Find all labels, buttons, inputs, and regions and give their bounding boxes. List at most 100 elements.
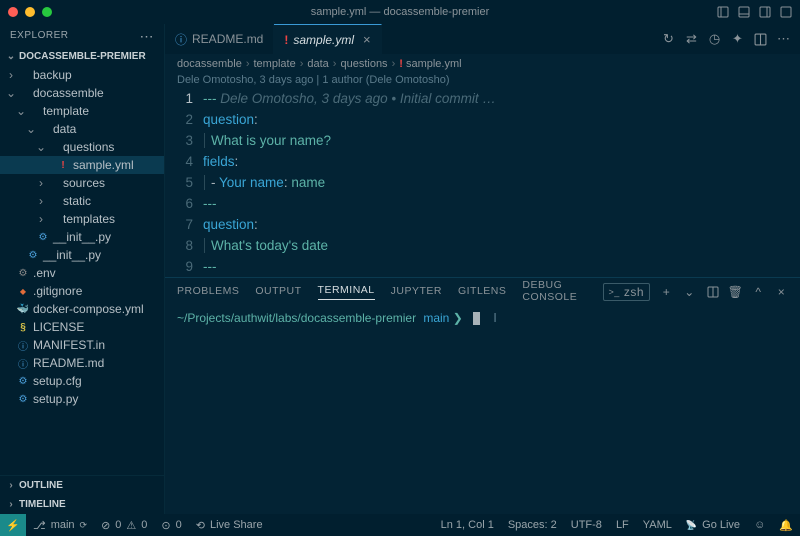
sidebar: EXPLORER ⋯ DOCASSEMBLE-PREMIER backup doc… [0, 24, 165, 514]
terminal-dropdown-icon[interactable]: ⌄ [683, 286, 696, 299]
close-window[interactable] [8, 7, 18, 17]
breadcrumb-segment[interactable]: docassemble [177, 58, 242, 70]
explorer-menu-icon[interactable]: ⋯ [140, 32, 155, 40]
file-item[interactable]: docker-compose.yml [0, 300, 164, 318]
eol[interactable]: LF [609, 519, 636, 532]
terminal[interactable]: ~/Projects/authwit/labs/docassemble-prem… [165, 306, 800, 329]
tree-item-label: questions [63, 140, 114, 154]
language-mode[interactable]: YAML [636, 519, 679, 532]
kill-terminal-icon[interactable]: 🗑 [729, 286, 742, 299]
layout-icon[interactable] [779, 6, 792, 19]
panel-tab-gitlens[interactable]: GITLENS [458, 285, 506, 300]
split-terminal-icon[interactable] [706, 286, 719, 299]
folder-item[interactable]: static [0, 192, 164, 210]
file-item[interactable]: .env [0, 264, 164, 282]
close-tab-icon[interactable]: × [363, 32, 371, 47]
minimize-window[interactable] [25, 7, 35, 17]
code-line[interactable]: What is your name? [203, 130, 800, 151]
new-terminal-icon[interactable]: + [660, 286, 673, 299]
tree-item-label: .env [33, 266, 56, 280]
code-line[interactable]: question: [203, 109, 800, 130]
indentation[interactable]: Spaces: 2 [501, 519, 564, 532]
project-header[interactable]: DOCASSEMBLE-PREMIER [0, 47, 164, 66]
file-item[interactable]: README.md [0, 354, 164, 372]
explorer-label: EXPLORER [10, 30, 68, 41]
compass-icon[interactable]: ✦ [731, 33, 744, 46]
split-editor-icon[interactable] [754, 33, 767, 46]
file-item[interactable]: setup.cfg [0, 372, 164, 390]
remote-button[interactable]: ⚡ [0, 514, 26, 536]
editor-tabs: README.mdsample.yml× ↻ ⇄ ◷ ✦ ⋯ [165, 24, 800, 54]
panel-right-icon[interactable] [758, 6, 771, 19]
status-bar: ⚡ ⎇main⟳ ⊘0⚠0 ⊙0 ⟲Live Share Ln 1, Col 1… [0, 514, 800, 536]
notifications-icon[interactable]: 🔔 [772, 519, 800, 532]
py-icon [16, 394, 30, 405]
panel-tab-output[interactable]: OUTPUT [255, 285, 301, 300]
editor-tab[interactable]: sample.yml× [274, 24, 381, 54]
tree-item-label: __init__.py [43, 248, 101, 262]
ports-status[interactable]: ⊙0 [154, 519, 188, 532]
yml-icon [56, 160, 70, 171]
maximize-window[interactable] [42, 7, 52, 17]
file-item[interactable]: LICENSE [0, 318, 164, 336]
terminal-shell-picker[interactable]: >_zsh [603, 283, 650, 301]
folder-item[interactable]: sources [0, 174, 164, 192]
history-icon[interactable]: ◷ [708, 33, 721, 46]
file-item[interactable]: .gitignore [0, 282, 164, 300]
tree-item-label: docker-compose.yml [33, 302, 144, 316]
breadcrumb-segment[interactable]: questions [340, 58, 387, 70]
live-share[interactable]: ⟲Live Share [189, 519, 270, 532]
folder-item[interactable]: templates [0, 210, 164, 228]
code-line[interactable]: question: [203, 214, 800, 235]
breadcrumb[interactable]: docassemble›template›data›questions› sam… [165, 54, 800, 74]
folder-item[interactable]: backup [0, 66, 164, 84]
env-icon [16, 268, 30, 279]
panel-bottom-icon[interactable] [737, 6, 750, 19]
file-item[interactable]: __init__.py [0, 246, 164, 264]
editor-tab[interactable]: README.md [165, 24, 274, 54]
folder-item[interactable]: data [0, 120, 164, 138]
diff-icon[interactable]: ⇄ [685, 33, 698, 46]
breadcrumb-segment[interactable]: sample.yml [399, 58, 461, 70]
file-item[interactable]: __init__.py [0, 228, 164, 246]
more-actions-icon[interactable]: ⋯ [777, 33, 790, 46]
file-item[interactable]: MANIFEST.in [0, 336, 164, 354]
title-bar: sample.yml — docassemble-premier [0, 0, 800, 24]
file-item[interactable]: sample.yml [0, 156, 164, 174]
code-line[interactable]: --- [203, 193, 800, 214]
cursor-position[interactable]: Ln 1, Col 1 [434, 519, 501, 532]
code-line[interactable]: --- Dele Omotosho, 3 days ago • Initial … [203, 88, 800, 109]
code-line[interactable]: fields: [203, 151, 800, 172]
breadcrumb-segment[interactable]: template [254, 58, 296, 70]
panel-left-icon[interactable] [716, 6, 729, 19]
tree-item-label: docassemble [33, 86, 104, 100]
breadcrumb-segment[interactable]: data [307, 58, 328, 70]
timeline-section[interactable]: TIMELINE [0, 495, 164, 514]
code-line[interactable]: --- [203, 256, 800, 277]
code-line[interactable]: What's today's date [203, 235, 800, 256]
panel-tab-terminal[interactable]: TERMINAL [318, 284, 375, 300]
maximize-panel-icon[interactable]: ^ [752, 286, 765, 299]
tree-item-label: LICENSE [33, 320, 84, 334]
py-icon [26, 250, 40, 261]
folder-item[interactable]: docassemble [0, 84, 164, 102]
encoding[interactable]: UTF-8 [564, 519, 609, 532]
feedback-icon[interactable]: ☺ [747, 519, 772, 532]
folder-item[interactable]: questions [0, 138, 164, 156]
folder-item[interactable]: template [0, 102, 164, 120]
code-line[interactable]: - Your name: name [203, 172, 800, 193]
git-branch[interactable]: ⎇main⟳ [26, 519, 94, 532]
layout-controls [716, 6, 792, 19]
file-item[interactable]: setup.py [0, 390, 164, 408]
problems-status[interactable]: ⊘0⚠0 [94, 519, 154, 532]
code-content[interactable]: --- Dele Omotosho, 3 days ago • Initial … [203, 88, 800, 277]
go-live[interactable]: 📡Go Live [679, 519, 747, 532]
bottom-panel: PROBLEMS OUTPUT TERMINAL JUPYTER GITLENS DEBU… [165, 277, 800, 514]
panel-tab-problems[interactable]: PROBLEMS [177, 285, 239, 300]
outline-section[interactable]: OUTLINE [0, 476, 164, 495]
panel-tab-jupyter[interactable]: JUPYTER [391, 285, 442, 300]
panel-tab-debug-console[interactable]: DEBUG CONSOLE [522, 279, 586, 306]
run-cycle-icon[interactable]: ↻ [662, 33, 675, 46]
cfg-icon [16, 376, 30, 387]
close-panel-icon[interactable]: × [775, 286, 788, 299]
